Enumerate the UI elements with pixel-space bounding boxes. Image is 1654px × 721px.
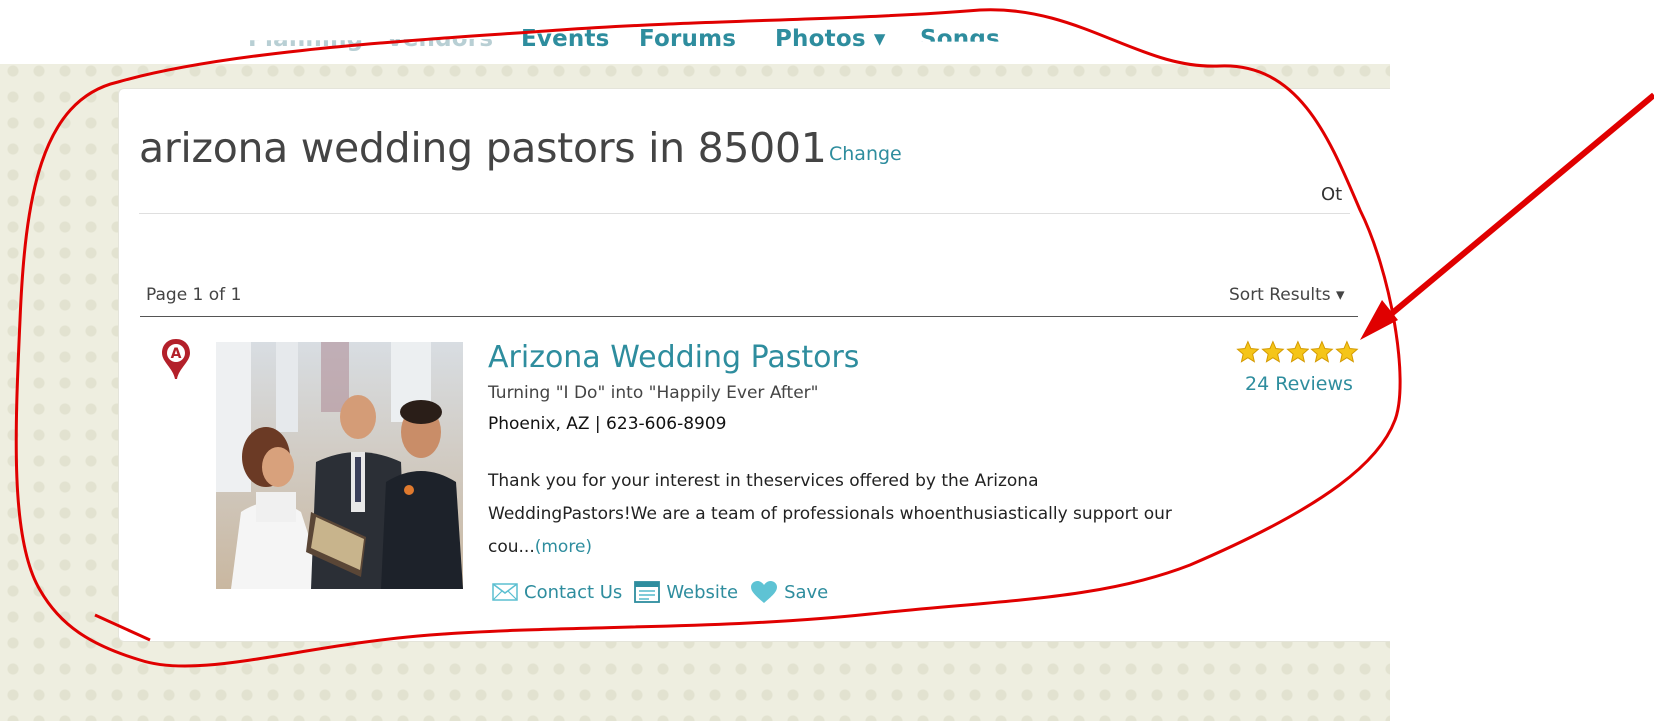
save-label: Save — [784, 581, 829, 603]
website-label: Website — [666, 581, 739, 603]
contact-us-label: Contact Us — [524, 581, 623, 603]
reviews-link[interactable]: 24 Reviews — [1245, 373, 1353, 395]
envelope-icon — [492, 583, 518, 601]
nav-vendors[interactable]: Vendors — [386, 39, 493, 52]
website-button[interactable]: Website — [634, 581, 738, 603]
map-marker-letter: A — [171, 346, 182, 362]
browser-window-icon — [634, 581, 661, 603]
listing-actions: Contact Us Website Save — [492, 578, 840, 606]
annotation-arrow-line — [1370, 92, 1654, 333]
page-title: arizona wedding pastors in 85001 — [139, 124, 827, 172]
map-marker-icon[interactable]: A — [161, 338, 191, 380]
truncated-text: Ot — [1321, 184, 1343, 205]
star-icon — [1285, 340, 1310, 363]
divider — [139, 213, 1350, 214]
contact-us-button[interactable]: Contact Us — [492, 582, 622, 603]
rating-stars — [1236, 340, 1360, 364]
save-button[interactable]: Save — [750, 580, 828, 604]
page-count: Page 1 of 1 — [146, 285, 242, 305]
sort-results-dropdown[interactable]: Sort Results ▾ — [1229, 285, 1345, 305]
vendor-tagline: Turning "I Do" into "Happily Ever After" — [488, 383, 819, 403]
star-icon — [1335, 340, 1359, 363]
nav-planning[interactable]: Planning — [248, 40, 363, 52]
vendor-location-phone: Phoenix, AZ | 623-606-8909 — [488, 414, 727, 434]
vendor-description: Thank you for your interest in theservic… — [488, 465, 1188, 564]
star-icon — [1261, 340, 1285, 363]
vendor-photo[interactable] — [216, 342, 463, 589]
star-icon — [1236, 340, 1260, 363]
more-link[interactable]: (more) — [535, 537, 592, 557]
nav-events[interactable]: Events — [521, 26, 610, 52]
results-divider — [140, 316, 1358, 317]
change-location-link[interactable]: Change — [829, 143, 902, 165]
nav-photos[interactable]: Photos ▾ — [775, 26, 886, 52]
star-icon — [1310, 340, 1334, 363]
top-nav: Planning Vendors Events Forums Photos ▾ … — [0, 0, 1390, 64]
nav-forums[interactable]: Forums — [639, 26, 736, 52]
heart-icon — [751, 581, 778, 603]
vendor-name-link[interactable]: Arizona Wedding Pastors — [488, 340, 859, 375]
nav-songs[interactable]: Songs — [920, 26, 1000, 42]
